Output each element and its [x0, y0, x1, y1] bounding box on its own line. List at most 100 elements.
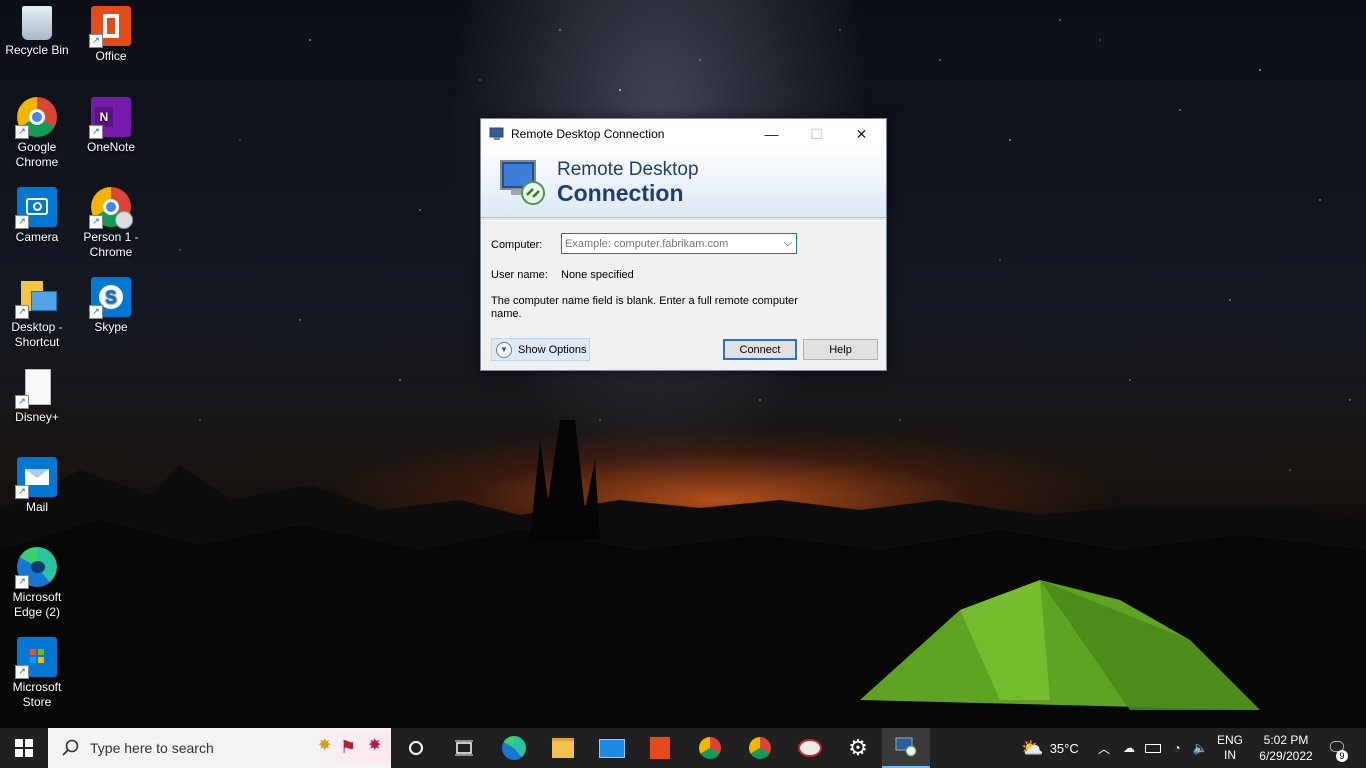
cloud-icon: ☁ [1123, 741, 1135, 755]
desktop-icon-recycle-bin[interactable]: Recycle Bin [0, 6, 74, 58]
cortana-button[interactable] [392, 728, 440, 768]
battery-button[interactable] [1142, 728, 1164, 768]
minimize-icon: — [764, 126, 779, 142]
store-icon: ↗ [15, 637, 57, 679]
shortcut-arrow-icon: ↗ [15, 395, 29, 409]
taskbar-mail[interactable] [588, 728, 636, 768]
remote-desktop-logo-icon [500, 160, 545, 205]
banner-title-line1: Remote Desktop [557, 159, 699, 180]
dialog-banner: Remote Desktop Connection [481, 149, 886, 218]
desktop-shortcut-icon: ↗ [15, 277, 57, 319]
shortcut-arrow-icon: ↗ [89, 125, 103, 139]
language-code: ENG [1216, 733, 1243, 747]
desktop-icon-microsoft-store[interactable]: ↗ Microsoft Store [0, 637, 74, 710]
desktop-icon-desktop-shortcut[interactable]: ↗ Desktop - Shortcut [0, 277, 74, 350]
remote-desktop-app-icon [895, 737, 917, 757]
chevron-down-icon[interactable]: ⌵ [784, 237, 792, 250]
dialog-titlebar[interactable]: Remote Desktop Connection — ☐ ✕ [481, 119, 886, 149]
taskbar-chrome-profile[interactable] [686, 728, 734, 768]
onedrive-button[interactable]: ☁ [1118, 728, 1140, 768]
taskbar-office[interactable] [636, 728, 684, 768]
camera-icon: ↗ [15, 187, 57, 229]
close-button[interactable]: ✕ [839, 119, 884, 149]
desktop-icon-skype[interactable]: S ↗ Skype [74, 277, 148, 335]
help-label: Help [829, 343, 852, 356]
desktop-icon-onenote[interactable]: N ↗ OneNote [74, 97, 148, 155]
show-options-label: Show Options [518, 343, 587, 356]
desktop-icon-label: OneNote [86, 140, 136, 154]
desktop-icon-microsoft-edge[interactable]: ↗ Microsoft Edge (2) [0, 547, 74, 620]
recycle-bin-icon [22, 6, 52, 40]
minimize-button[interactable]: — [749, 119, 794, 149]
desktop-icon-google-chrome[interactable]: ↗ Google Chrome [0, 97, 74, 170]
taskbar-remote-desktop[interactable] [882, 728, 930, 768]
taskbar-paint[interactable] [786, 728, 834, 768]
shortcut-arrow-icon: ↗ [15, 125, 29, 139]
desktop-icon-label: Recycle Bin [5, 43, 69, 57]
taskbar-search-box[interactable]: Type here to search ⚑ ✸ ✸ [48, 728, 391, 768]
task-view-icon [455, 740, 473, 756]
info-message: The computer name field is blank. Enter … [491, 295, 798, 320]
desktop-icon-office[interactable]: ↗ Office [74, 6, 148, 64]
wifi-icon: ◔ [1173, 741, 1181, 755]
connect-button[interactable]: Connect [723, 339, 797, 360]
file-icon: ↗ [15, 367, 57, 409]
language-button[interactable]: ENG IN [1212, 728, 1248, 768]
desktop-icon-label: Skype [94, 320, 128, 334]
chrome-icon [749, 737, 771, 759]
desktop-icon-label: Mail [25, 500, 48, 514]
desktop-icon-disney-plus[interactable]: ↗ Disney+ [0, 367, 74, 425]
skype-icon: S ↗ [89, 277, 131, 319]
shortcut-arrow-icon: ↗ [15, 665, 29, 679]
clock-date: 6/29/2022 [1259, 749, 1313, 763]
desktop-icon-mail[interactable]: ↗ Mail [0, 457, 74, 515]
cortana-icon [409, 741, 423, 755]
desktop-icon-label: Microsoft Edge (2) [12, 590, 62, 619]
clock-button[interactable]: 5:02 PM 6/29/2022 [1250, 728, 1322, 768]
desktop-icon-label: Person 1 - Chrome [83, 230, 139, 259]
gear-icon: ⚙ [848, 735, 868, 760]
desktop-icon-label: Microsoft Store [12, 680, 62, 709]
shortcut-arrow-icon: ↗ [15, 305, 29, 319]
maximize-button: ☐ [794, 119, 839, 149]
desktop-icon-camera[interactable]: ↗ Camera [0, 187, 74, 245]
taskbar-edge[interactable] [490, 728, 538, 768]
desktop-icon-person1-chrome[interactable]: ↗ Person 1 - Chrome [74, 187, 148, 260]
chevron-up-icon: ︿ [1097, 741, 1110, 756]
username-label: User name: [491, 269, 548, 281]
search-highlight-icon: ⚑ ✸ ✸ [310, 732, 390, 764]
taskbar-settings[interactable]: ⚙ [834, 728, 882, 768]
start-button[interactable] [0, 728, 48, 768]
taskbar-chrome-profile-2[interactable] [736, 728, 784, 768]
shortcut-arrow-icon: ↗ [15, 215, 29, 229]
office-icon: ↗ [89, 6, 131, 48]
remote-desktop-app-icon [489, 127, 504, 140]
volume-button[interactable]: 🔈 [1188, 728, 1212, 768]
clock-time: 5:02 PM [1263, 733, 1309, 747]
show-hidden-icons-button[interactable]: ︿ [1094, 728, 1114, 768]
notification-center-button[interactable]: 🗨 9 [1322, 728, 1352, 768]
shortcut-arrow-icon: ↗ [89, 305, 103, 319]
computer-combobox[interactable]: ⌵ [561, 233, 797, 254]
show-options-button[interactable]: ▼ Show Options [491, 338, 590, 361]
shortcut-arrow-icon: ↗ [89, 215, 103, 229]
chrome-icon [699, 737, 721, 759]
edge-icon [502, 736, 526, 760]
mail-icon [599, 738, 625, 758]
desktop-icon-label: Disney+ [15, 410, 59, 424]
task-view-button[interactable] [440, 728, 488, 768]
office-icon [650, 737, 670, 759]
help-button[interactable]: Help [803, 339, 878, 360]
speaker-icon: 🔈 [1192, 741, 1208, 755]
onenote-icon: N ↗ [89, 97, 131, 139]
taskbar-file-explorer[interactable] [539, 728, 587, 768]
battery-icon [1145, 743, 1161, 753]
network-button[interactable]: ◔ [1166, 728, 1188, 768]
computer-input[interactable] [562, 236, 777, 251]
taskbar: Type here to search ⚑ ✸ ✸ ⚙ ⛅ 35°C ︿ ☁ ◔… [0, 728, 1366, 768]
paint-icon [798, 739, 822, 757]
banner-title-line2: Connection [557, 180, 684, 206]
weather-widget[interactable]: ⛅ 35°C [1014, 728, 1086, 768]
dialog-title: Remote Desktop Connection [511, 127, 665, 141]
search-icon [62, 739, 79, 756]
